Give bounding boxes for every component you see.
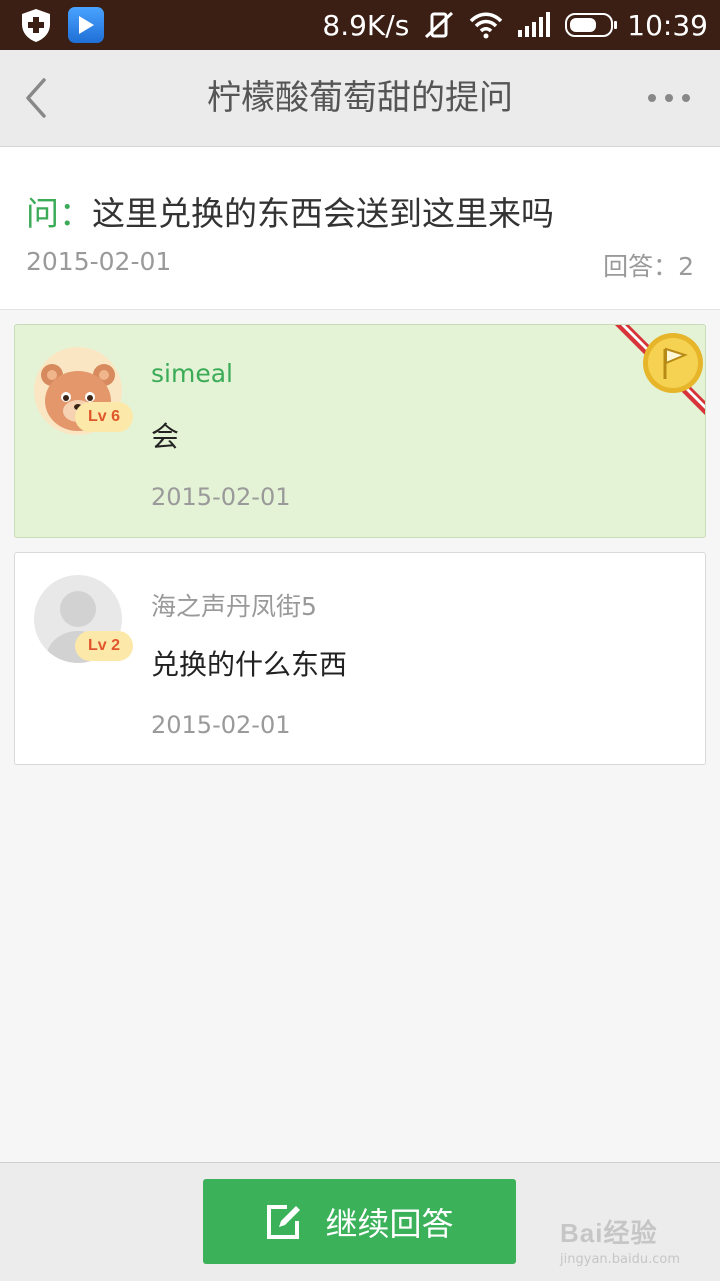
watermark-main: Bai经验: [560, 1218, 658, 1248]
answer-username[interactable]: simeal: [151, 359, 233, 388]
continue-answer-button[interactable]: 继续回答: [203, 1179, 516, 1264]
signal-icon: [518, 12, 551, 37]
best-answer-card[interactable]: Lv 6 simeal 会 2015-02-01: [14, 324, 706, 538]
network-speed: 8.9K/s: [322, 8, 410, 42]
answer-text: 兑换的什么东西: [151, 648, 348, 681]
answer-date: 2015-02-01: [151, 711, 291, 739]
battery-icon: [565, 13, 618, 37]
edit-icon: [267, 1204, 301, 1239]
level-badge: Lv 6: [75, 402, 133, 432]
answer-card[interactable]: Lv 2 海之声丹凤街5 兑换的什么东西 2015-02-01: [14, 552, 706, 765]
question-prefix: 问：: [26, 194, 92, 233]
baidu-watermark: Bai经验 jingyan.baidu.com: [560, 1213, 680, 1267]
question-text: 这里兑换的东西会送到这里来吗: [92, 194, 554, 233]
page-title: 柠檬酸葡萄甜的提问: [207, 78, 513, 118]
best-answer-medal-icon: [615, 325, 705, 415]
play-app-icon: [68, 7, 104, 43]
answer-text: 会: [151, 420, 180, 453]
continue-answer-label: 继续回答: [325, 1204, 454, 1243]
vibrate-off-icon: [425, 11, 454, 39]
question-line: 问：这里兑换的东西会送到这里来吗: [26, 187, 554, 235]
bottom-bar: 继续回答 Bai经验 jingyan.baidu.com: [0, 1162, 720, 1281]
answer-date: 2015-02-01: [151, 483, 291, 511]
more-dots-icon[interactable]: [648, 88, 700, 108]
question-date: 2015-02-01: [26, 247, 172, 276]
question-section: 问：这里兑换的东西会送到这里来吗 2015-02-01 回答：2: [0, 147, 720, 310]
answer-count: 回答：2: [603, 252, 694, 281]
dot: [648, 94, 656, 102]
dot: [682, 94, 690, 102]
wifi-icon: [470, 12, 503, 39]
answer-username[interactable]: 海之声丹凤街5: [151, 587, 317, 623]
level-badge: Lv 2: [75, 631, 133, 661]
status-bar: 8.9K/s 10:39: [0, 0, 720, 50]
clock: 10:39: [627, 8, 708, 42]
watermark-sub: jingyan.baidu.com: [560, 1252, 680, 1267]
app-header: 柠檬酸葡萄甜的提问: [0, 50, 720, 147]
dot: [665, 94, 673, 102]
shield-icon: [22, 9, 50, 42]
